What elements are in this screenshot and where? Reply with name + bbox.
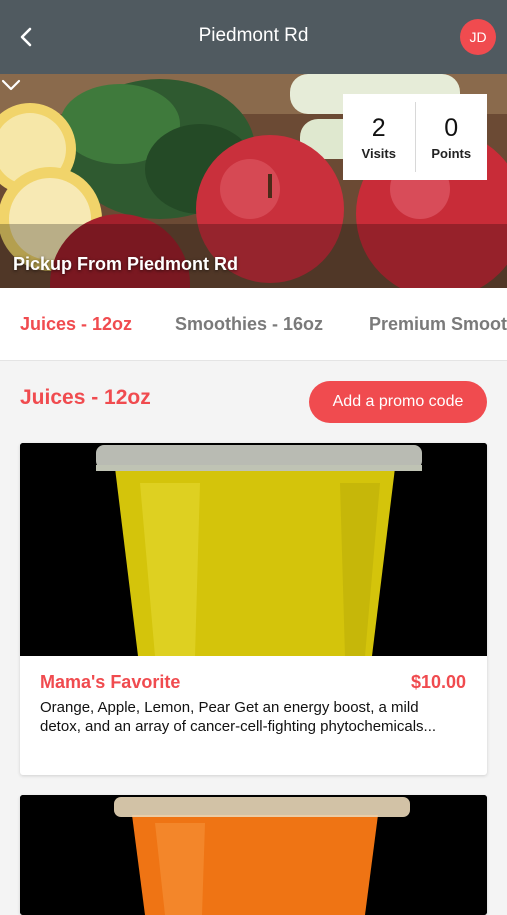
avatar[interactable]: JD <box>460 19 496 55</box>
hero-banner: 2 Visits 0 Points Pickup From Piedmont R… <box>0 74 507 288</box>
loyalty-stats: 2 Visits 0 Points <box>343 94 487 180</box>
juice-cup-image <box>20 443 487 656</box>
points-label: Points <box>431 145 472 161</box>
item-name: Mama's Favorite <box>40 672 181 692</box>
item-image <box>20 795 487 915</box>
tab-smoothies[interactable]: Smoothies - 16oz <box>175 314 323 335</box>
juice-cup-image <box>20 795 487 915</box>
visits-label: Visits <box>361 145 396 161</box>
points-stat: 0 Points <box>416 94 488 180</box>
chevron-down-icon[interactable] <box>0 74 22 96</box>
visits-stat: 2 Visits <box>343 94 415 180</box>
item-price: $10.00 <box>410 672 466 692</box>
tab-premium-smoothies[interactable]: Premium Smoothies <box>369 314 507 335</box>
top-bar: Piedmont Rd JD <box>0 0 507 74</box>
section-title: Juices - 12oz <box>20 386 151 409</box>
visits-value: 2 <box>371 113 386 142</box>
item-info: Mama's Favorite $10.00 Orange, Apple, Le… <box>20 656 487 775</box>
page-title: Piedmont Rd <box>198 25 309 46</box>
menu-item-card[interactable] <box>20 795 487 915</box>
points-value: 0 <box>444 113 459 142</box>
add-promo-code-button[interactable]: Add a promo code <box>309 381 487 423</box>
category-tabs: Juices - 12oz Smoothies - 16oz Premium S… <box>0 288 507 361</box>
pickup-location-label: Pickup From Piedmont Rd <box>13 254 239 274</box>
tab-juices[interactable]: Juices - 12oz <box>20 314 132 335</box>
item-description: Orange, Apple, Lemon, Pear Get an energy… <box>40 699 437 735</box>
menu-item-card[interactable]: Mama's Favorite $10.00 Orange, Apple, Le… <box>20 443 487 775</box>
item-image <box>20 443 487 656</box>
